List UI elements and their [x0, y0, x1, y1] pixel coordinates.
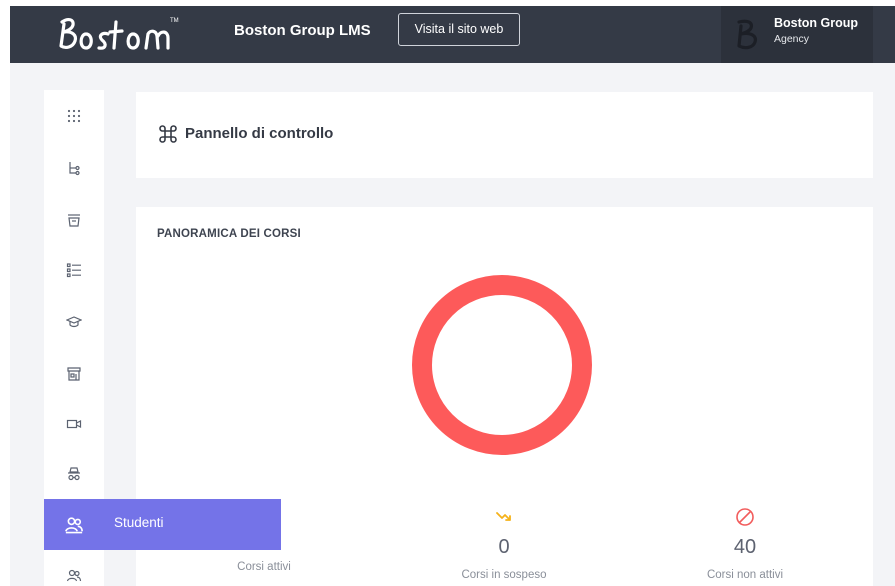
video-camera-icon[interactable] [64, 414, 84, 434]
stat-label: Corsi non attivi [706, 569, 784, 581]
sidebar-item-label: Studenti [114, 515, 164, 530]
user-name: Boston Group [774, 16, 859, 30]
visit-website-button[interactable]: Visita il sito web [398, 13, 520, 46]
dashboard-header-card: Pannello di controllo [136, 92, 873, 178]
stat-label: Corsi attivi [237, 561, 291, 573]
tray-icon[interactable] [64, 210, 84, 230]
store-icon[interactable] [64, 364, 84, 384]
graduation-cap-icon[interactable] [64, 312, 84, 332]
ban-icon [736, 508, 754, 526]
sidebar-item-studenti-overlay[interactable]: Studenti [44, 499, 281, 550]
page-title: Pannello di controllo [185, 125, 334, 142]
users-icon[interactable] [64, 566, 84, 586]
donut-ring [412, 275, 592, 455]
list-icon[interactable] [64, 260, 84, 280]
courses-donut-chart [412, 275, 592, 455]
stat-value: 40 [733, 536, 757, 558]
page: TM Boston Group LMS Visita il sito web B… [0, 0, 895, 586]
user-menu[interactable]: Boston Group Agency [721, 6, 873, 63]
svg-text:TM: TM [170, 18, 179, 24]
trend-down-icon [496, 512, 511, 521]
grid-dots-icon[interactable] [64, 106, 84, 126]
stat-label: Corsi in sospeso [461, 569, 547, 581]
app-title: Boston Group LMS [234, 22, 371, 39]
user-role: Agency [774, 33, 810, 45]
stat-value: 0 [498, 536, 510, 558]
boston-logo[interactable]: TM [58, 12, 228, 56]
hierarchy-icon[interactable] [64, 158, 84, 178]
command-icon [159, 125, 177, 143]
user-avatar-logo [737, 19, 757, 50]
section-title: PANORAMICA DEI CORSI [157, 228, 301, 240]
top-navbar: TM Boston Group LMS Visita il sito web B… [10, 6, 895, 63]
incognito-icon[interactable] [64, 464, 84, 484]
users-icon [65, 517, 83, 534]
